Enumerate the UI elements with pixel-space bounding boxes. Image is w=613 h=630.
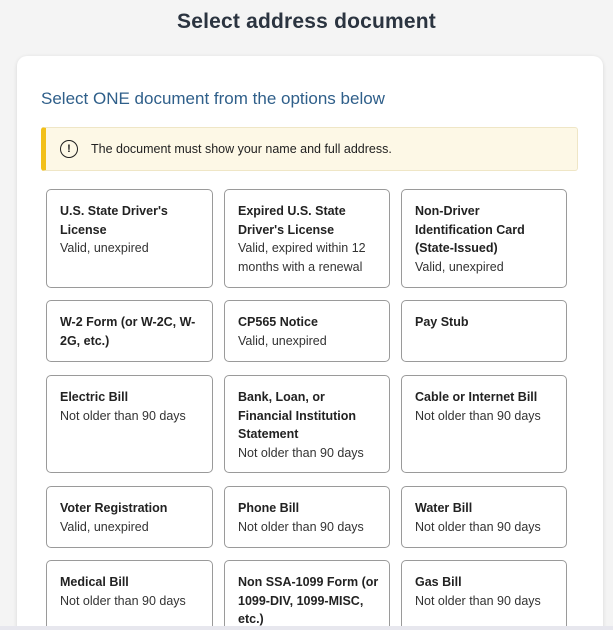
- option-subtitle: Not older than 90 days: [60, 593, 186, 608]
- option-voter-registration[interactable]: Voter Registration Valid, unexpired: [46, 486, 213, 548]
- document-options-card: Select ONE document from the options bel…: [17, 56, 603, 630]
- option-subtitle: Not older than 90 days: [238, 519, 364, 534]
- option-title: Expired U.S. State Driver's License: [238, 204, 346, 237]
- option-title: Bank, Loan, or Financial Institution Sta…: [238, 390, 357, 441]
- section-heading: Select ONE document from the options bel…: [41, 89, 385, 108]
- option-expired-drivers-license[interactable]: Expired U.S. State Driver's License Vali…: [224, 189, 390, 288]
- option-title: Non SSA-1099 Form (or 1099-DIV, 1099-MIS…: [238, 575, 379, 626]
- option-subtitle: Valid, unexpired: [60, 241, 149, 255]
- option-phone-bill[interactable]: Phone Bill Not older than 90 days: [224, 486, 390, 548]
- option-subtitle: Valid, expired within 12 months with a r…: [238, 241, 366, 274]
- option-bank-statement[interactable]: Bank, Loan, or Financial Institution Sta…: [224, 375, 390, 473]
- option-non-driver-id[interactable]: Non-Driver Identification Card (State-Is…: [401, 189, 567, 288]
- notice-text: The document must show your name and ful…: [91, 142, 392, 156]
- option-water-bill[interactable]: Water Bill Not older than 90 days: [401, 486, 567, 548]
- option-title: CP565 Notice: [238, 315, 318, 329]
- option-electric-bill[interactable]: Electric Bill Not older than 90 days: [46, 375, 213, 473]
- option-title: Electric Bill: [60, 390, 129, 404]
- option-non-ssa-1099-form[interactable]: Non SSA-1099 Form (or 1099-DIV, 1099-MIS…: [224, 560, 390, 630]
- option-subtitle: Not older than 90 days: [415, 593, 541, 608]
- option-title: Non-Driver Identification Card (State-Is…: [415, 204, 525, 255]
- notice-banner: ! The document must show your name and f…: [41, 127, 578, 171]
- option-title: U.S. State Driver's License: [60, 204, 168, 237]
- option-subtitle: Not older than 90 days: [415, 519, 541, 534]
- option-state-drivers-license[interactable]: U.S. State Driver's License Valid, unexp…: [46, 189, 213, 288]
- option-w2-form[interactable]: W-2 Form (or W-2C, W-2G, etc.): [46, 300, 213, 362]
- option-subtitle: Valid, unexpired: [415, 259, 504, 274]
- option-title: Cable or Internet Bill: [415, 390, 538, 404]
- option-title: Gas Bill: [415, 575, 462, 589]
- option-title: Voter Registration: [60, 501, 168, 515]
- option-subtitle: Not older than 90 days: [415, 408, 541, 423]
- option-title: Phone Bill: [238, 501, 300, 515]
- option-title: Pay Stub: [415, 315, 469, 329]
- option-cp565-notice[interactable]: CP565 Notice Valid, unexpired: [224, 300, 390, 362]
- option-subtitle: Not older than 90 days: [238, 445, 364, 460]
- option-title: Water Bill: [415, 501, 473, 515]
- option-title: Medical Bill: [60, 575, 129, 589]
- alert-circle-icon: !: [60, 140, 78, 158]
- option-medical-bill[interactable]: Medical Bill Not older than 90 days: [46, 560, 213, 630]
- option-gas-bill[interactable]: Gas Bill Not older than 90 days: [401, 560, 567, 630]
- bottom-divider: [0, 626, 613, 630]
- page-title: Select address document: [176, 10, 437, 33]
- option-title: W-2 Form (or W-2C, W-2G, etc.): [60, 315, 196, 348]
- option-subtitle: Not older than 90 days: [60, 408, 186, 423]
- option-cable-internet-bill[interactable]: Cable or Internet Bill Not older than 90…: [401, 375, 567, 473]
- option-subtitle: Valid, unexpired: [60, 519, 149, 534]
- option-subtitle: Valid, unexpired: [238, 333, 327, 348]
- option-pay-stub[interactable]: Pay Stub: [401, 300, 567, 362]
